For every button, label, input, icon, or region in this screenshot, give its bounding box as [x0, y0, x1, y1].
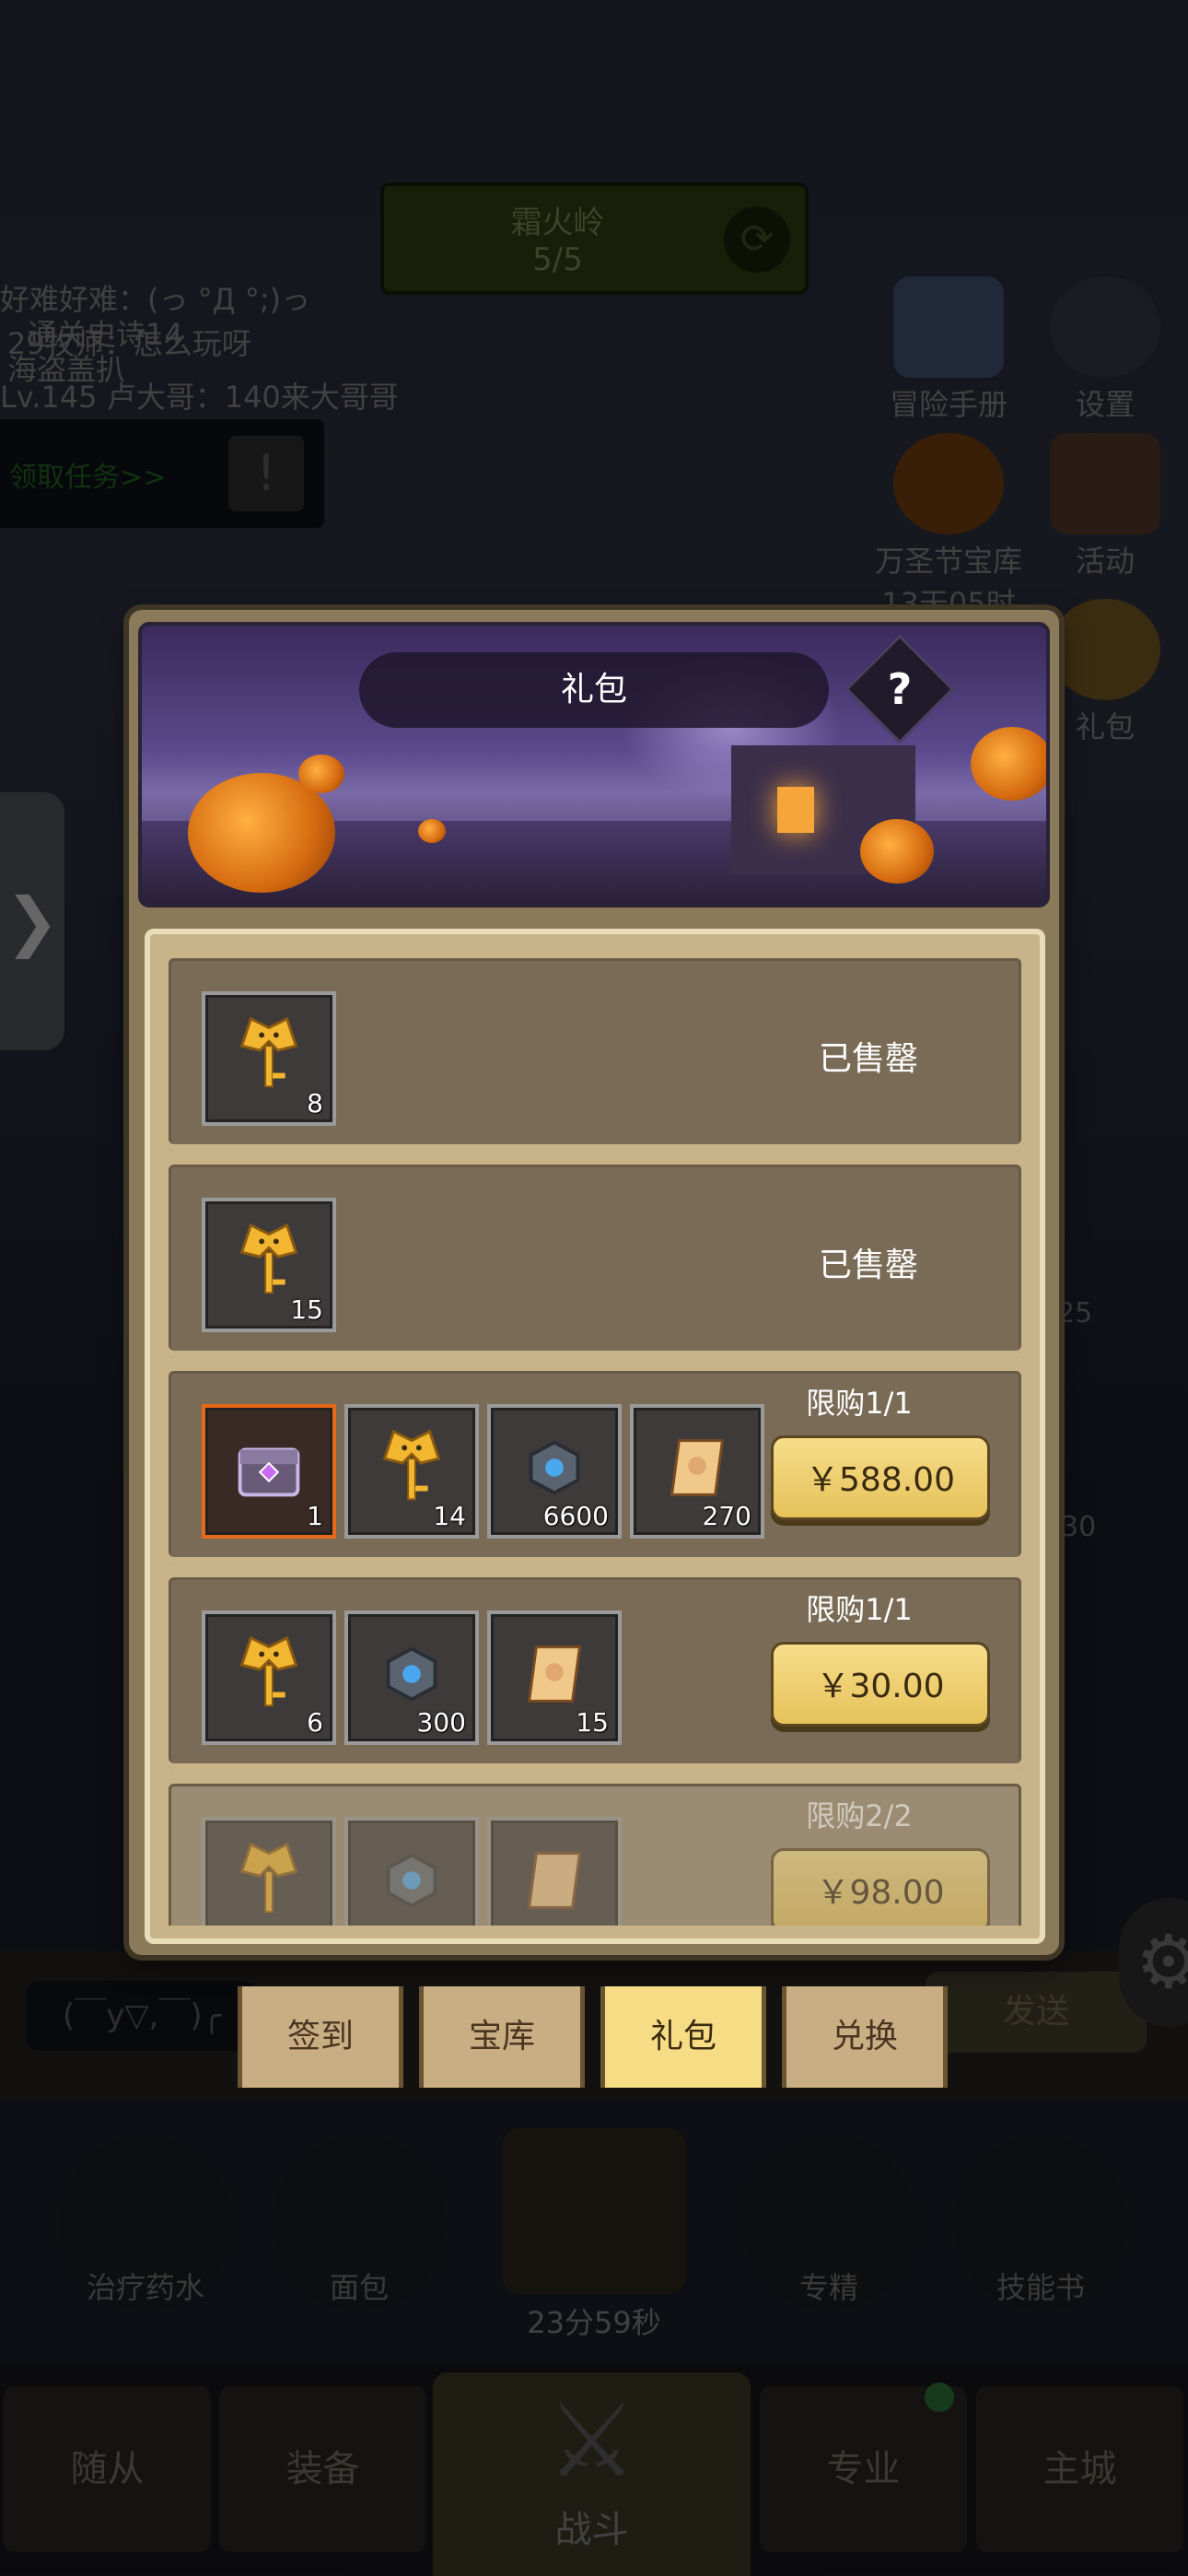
golden-bat-key-icon: [239, 1223, 298, 1294]
pack-row: 1 14 6600 270 限购1/1 ￥588.00: [169, 1371, 1021, 1564]
blue-gem-icon: [386, 1646, 437, 1702]
purple-chest-icon: [238, 1447, 300, 1497]
pack-item-slot[interactable]: 14: [344, 1404, 479, 1539]
golden-bat-key-icon: [382, 1429, 441, 1501]
pumpkin-icon: [971, 727, 1046, 801]
sold-out-label: 已售罄: [818, 1040, 918, 1078]
golden-bat-key-icon: [239, 1635, 298, 1707]
tab-gift-pack[interactable]: 礼包: [600, 1986, 766, 2088]
lit-window: [777, 787, 814, 833]
item-count: 6: [307, 1707, 323, 1738]
question-icon: ?: [887, 664, 913, 714]
scroll-icon: [527, 1645, 582, 1703]
golden-bat-key-icon: [239, 1842, 298, 1914]
item-count: 270: [702, 1501, 751, 1531]
buy-button[interactable]: ￥30.00: [771, 1642, 990, 1727]
pack-row: 限购2/2 ￥98.00: [169, 1784, 1021, 1926]
pack-item-slot[interactable]: 300: [344, 1610, 479, 1745]
buy-button[interactable]: ￥588.00: [771, 1435, 990, 1520]
pack-item-slot[interactable]: 6: [202, 1610, 336, 1745]
sold-out-label: 已售罄: [818, 1247, 918, 1284]
item-count: 15: [576, 1707, 609, 1738]
blue-gem-icon: [386, 1853, 437, 1908]
item-count: 6600: [542, 1501, 609, 1531]
item-count: 8: [307, 1088, 323, 1118]
item-count: 15: [290, 1294, 323, 1325]
scroll-icon: [670, 1439, 725, 1496]
pack-item-slot[interactable]: 1: [202, 1404, 336, 1539]
pack-row: 15 已售罄: [169, 1165, 1021, 1358]
pack-item-slot[interactable]: 15: [487, 1610, 622, 1745]
pack-item-slot[interactable]: 15: [202, 1198, 336, 1332]
item-count: 1: [307, 1501, 323, 1531]
pack-row: 8 已售罄: [169, 958, 1021, 1152]
tab-sign-in[interactable]: 签到: [238, 1986, 403, 2088]
pumpkin-icon: [860, 819, 934, 884]
modal-title: 礼包: [359, 652, 829, 728]
pack-list[interactable]: 8 已售罄 15 已售罄 1 14 6600 270 限购1/1 ￥588.00…: [145, 929, 1045, 1944]
scroll-icon: [527, 1852, 582, 1909]
pack-item-slot[interactable]: [202, 1817, 336, 1926]
pack-item-slot[interactable]: 8: [202, 991, 336, 1126]
pack-item-slot[interactable]: [344, 1817, 479, 1926]
tab-exchange[interactable]: 兑换: [782, 1986, 948, 2088]
item-count: 300: [416, 1707, 466, 1738]
purchase-limit: 限购1/1: [806, 1386, 913, 1421]
pumpkin-icon: [298, 755, 344, 793]
purchase-limit: 限购2/2: [806, 1798, 913, 1833]
golden-bat-key-icon: [239, 1016, 298, 1088]
pack-item-slot[interactable]: 270: [630, 1404, 764, 1539]
pumpkin-icon: [418, 819, 446, 843]
tab-vault[interactable]: 宝库: [419, 1986, 585, 2088]
pack-item-slot[interactable]: [487, 1817, 622, 1926]
buy-button[interactable]: ￥98.00: [771, 1848, 990, 1926]
pack-row: 6 300 15 限购1/1 ￥30.00: [169, 1577, 1021, 1771]
item-count: 14: [433, 1501, 466, 1531]
purchase-limit: 限购1/1: [806, 1592, 913, 1627]
blue-gem-icon: [529, 1440, 580, 1495]
pack-item-slot[interactable]: 6600: [487, 1404, 622, 1539]
pack-list-scroll[interactable]: 8 已售罄 15 已售罄 1 14 6600 270 限购1/1 ￥588.00…: [169, 958, 1021, 1926]
